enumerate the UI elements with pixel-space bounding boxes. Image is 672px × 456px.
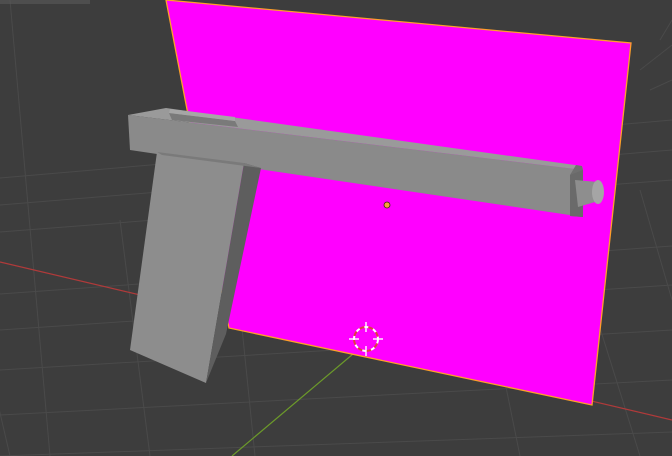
muzzle-cap <box>592 180 604 204</box>
3d-viewport[interactable] <box>0 0 672 456</box>
top-edge-highlight <box>0 0 90 4</box>
origin-dot <box>383 201 391 209</box>
viewport-canvas[interactable] <box>0 0 672 456</box>
